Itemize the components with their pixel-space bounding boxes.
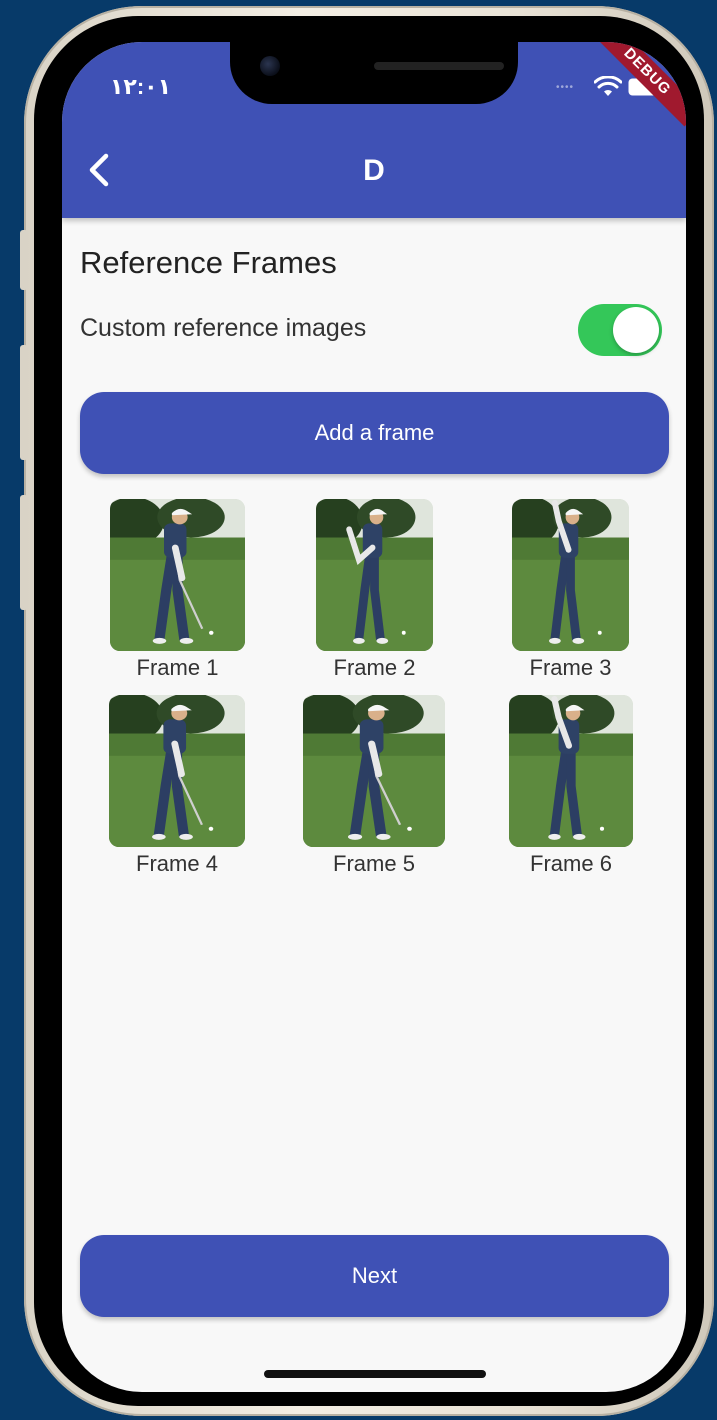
frame-item[interactable]: Frame 3 — [492, 499, 649, 681]
frame-label: Frame 4 — [136, 851, 218, 876]
switch-knob — [613, 307, 659, 353]
frame-item[interactable]: Frame 4 — [89, 695, 265, 877]
wifi-icon — [594, 76, 622, 96]
add-frame-button[interactable]: Add a frame — [80, 392, 669, 474]
app-bar-title: D — [363, 154, 385, 187]
frame-thumbnail[interactable] — [509, 695, 633, 847]
frame-item[interactable]: Frame 6 — [489, 695, 653, 877]
volume-up-button — [20, 345, 28, 460]
frame-thumbnail[interactable] — [109, 695, 245, 847]
status-time: ١٢:٠١ — [110, 74, 172, 99]
app-screen: ١٢:٠١ •••• DEBUG D Reference Frames Cust… — [62, 42, 686, 1392]
frame-thumbnail[interactable] — [110, 499, 245, 651]
section-title: Reference Frames — [80, 245, 337, 280]
home-indicator — [264, 1370, 486, 1378]
frame-thumbnail[interactable] — [303, 695, 445, 847]
volume-down-button — [20, 495, 28, 610]
frame-thumbnail[interactable] — [512, 499, 629, 651]
frame-label: Frame 5 — [333, 851, 415, 876]
custom-images-switch[interactable] — [578, 304, 662, 356]
frame-item[interactable]: Frame 5 — [283, 695, 465, 877]
frame-item[interactable]: Frame 1 — [90, 499, 265, 681]
signal-dots-icon: •••• — [556, 82, 575, 93]
frame-label: Frame 6 — [530, 851, 612, 876]
next-button[interactable]: Next — [80, 1235, 669, 1317]
frame-label: Frame 1 — [136, 655, 219, 680]
frame-item[interactable]: Frame 2 — [296, 499, 453, 681]
frame-thumbnail[interactable] — [316, 499, 433, 651]
mute-switch — [20, 230, 28, 290]
device-stage: ١٢:٠١ •••• DEBUG D Reference Frames Cust… — [0, 0, 717, 1420]
frame-label: Frame 3 — [529, 655, 612, 680]
frame-label: Frame 2 — [333, 655, 416, 680]
custom-images-label: Custom reference images — [80, 314, 367, 342]
front-camera — [260, 56, 280, 76]
earpiece — [374, 62, 504, 70]
